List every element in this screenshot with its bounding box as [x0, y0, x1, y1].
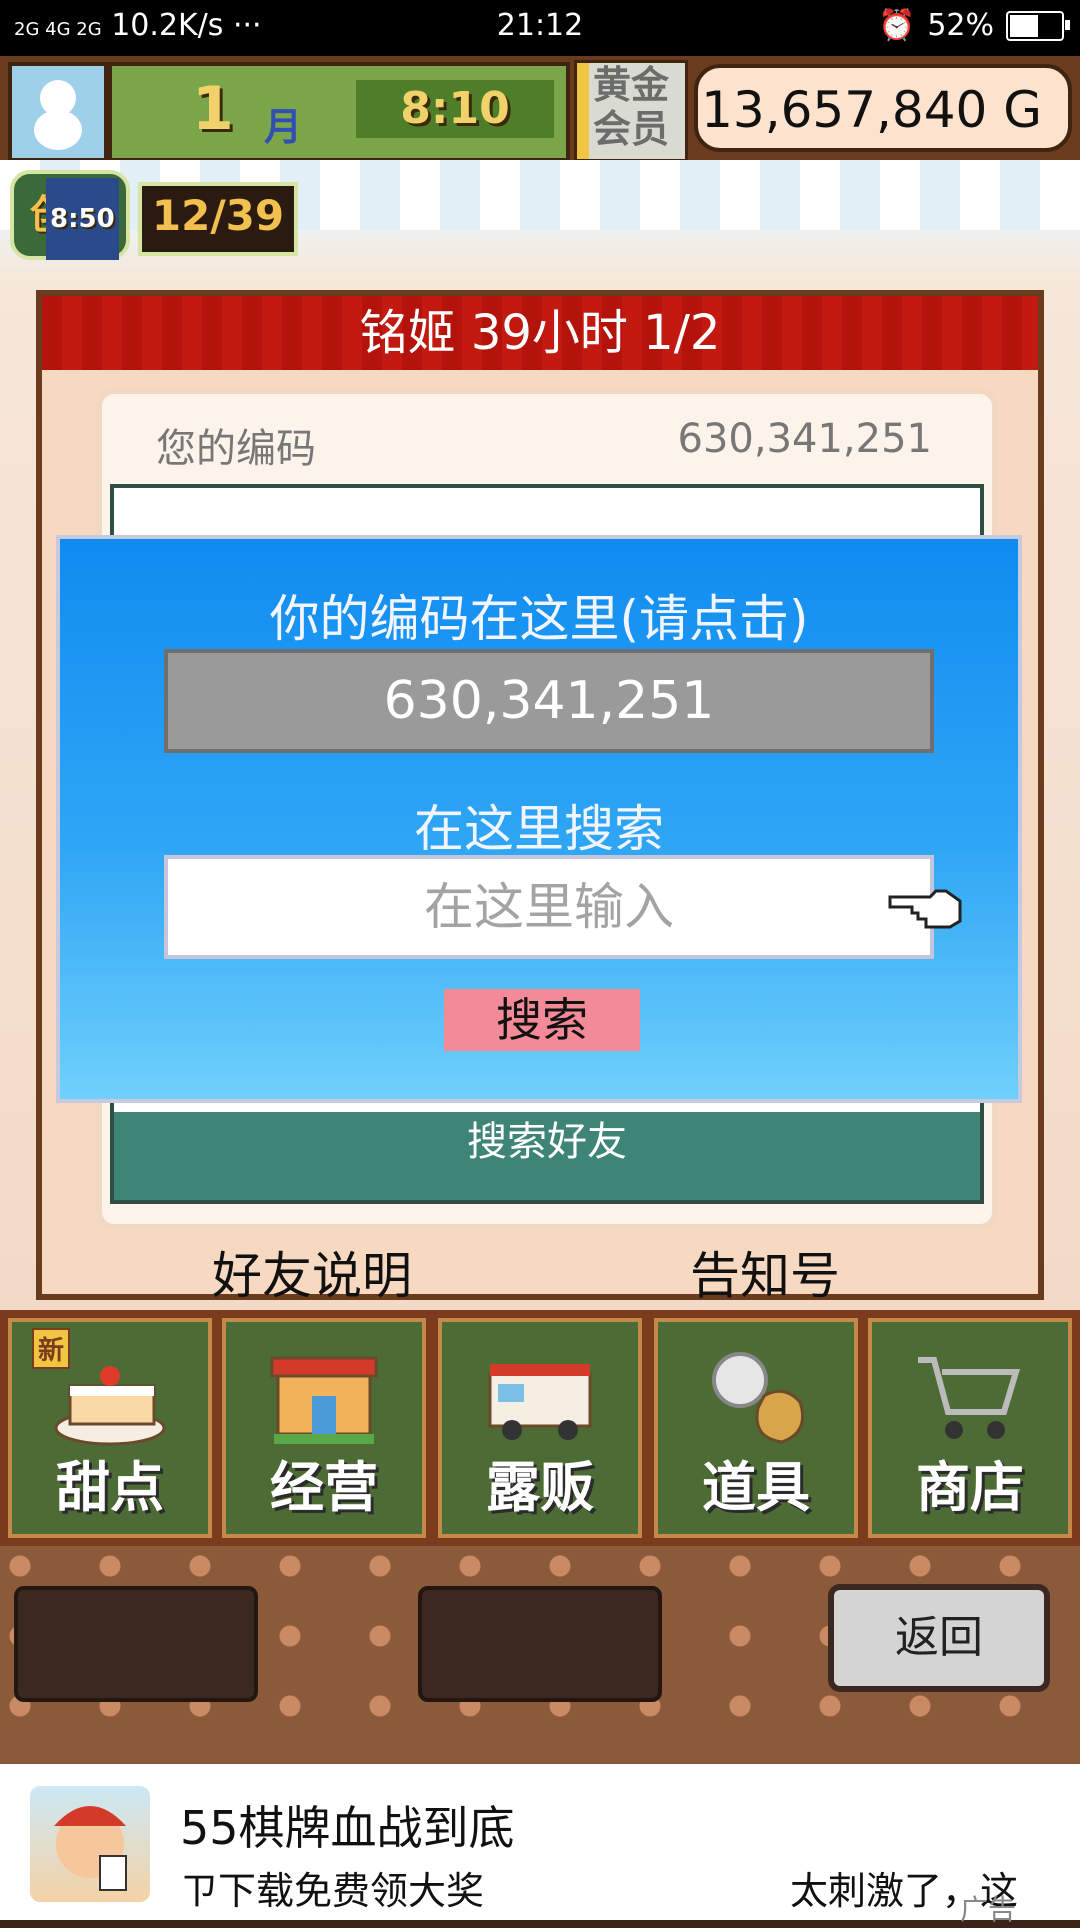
panel-header: 铭姬 39小时 1/2 — [42, 296, 1038, 370]
game-hud: 1 月 8:10 黄金 会员 13,657,840 G — [0, 56, 1080, 162]
alarm-icon: ⏰ — [877, 8, 916, 43]
back-button[interactable]: 返回 — [828, 1584, 1050, 1692]
ad-app-icon[interactable] — [30, 1786, 150, 1902]
code-value: 630,341,251 — [677, 416, 932, 462]
gold-member-badge[interactable]: 黄金 会员 — [574, 60, 688, 162]
empty-slot-2[interactable] — [418, 1586, 662, 1702]
member-line1: 黄金 — [592, 63, 669, 107]
friend-search-button[interactable]: 搜索好友 — [114, 1112, 980, 1200]
create-progress: 12/39 — [138, 182, 298, 256]
player-avatar[interactable] — [8, 62, 108, 162]
battery-percent: 52% — [927, 8, 994, 43]
search-input[interactable] — [164, 855, 934, 959]
cake-icon — [54, 1366, 166, 1446]
ad-title: 55棋牌血战到底 — [180, 1801, 515, 1855]
my-code-box[interactable]: 630,341,251 — [164, 649, 934, 753]
member-line2: 会员 — [592, 107, 669, 151]
dialog-title: 你的编码在这里(请点击) — [269, 590, 809, 648]
create-badge[interactable]: 创作 8:50 — [10, 170, 130, 260]
code-label: 您的编码 — [156, 426, 316, 472]
ad-banner[interactable]: 55棋牌血战到底 ㄗ下载免费领大奖 太刺激了，这 广告 — [0, 1764, 1080, 1926]
menu-item-manage[interactable]: 经营 — [222, 1318, 426, 1538]
pointing-hand-icon — [888, 889, 962, 929]
bottom-menu: 新 甜点 经营 露贩 道具 商店 — [0, 1310, 1080, 1546]
month-label: 月 — [264, 105, 303, 149]
search-button[interactable]: 搜索 — [444, 989, 640, 1051]
menu-item-store[interactable]: 商店 — [868, 1318, 1072, 1538]
food-truck-icon — [488, 1364, 592, 1440]
floor-area: 返回 — [0, 1546, 1080, 1764]
create-timer: 8:50 — [46, 178, 119, 260]
empty-slot-1[interactable] — [14, 1586, 258, 1702]
game-clock: 8:10 — [356, 80, 554, 138]
menu-item-dessert[interactable]: 新 甜点 — [8, 1318, 212, 1538]
battery-icon — [1006, 10, 1070, 41]
items-icon — [712, 1352, 805, 1444]
shop-icon — [270, 1356, 378, 1444]
friend-info-link[interactable]: 好友说明 — [212, 1236, 412, 1308]
status-right: ⏰ 52% — [877, 8, 1070, 43]
menu-label: 甜点 — [56, 1456, 164, 1519]
menu-item-items[interactable]: 道具 — [654, 1318, 858, 1538]
ad-subtitle: ㄗ下载免费领大奖 — [180, 1869, 485, 1913]
cart-icon — [918, 1357, 1021, 1439]
month-number: 1 — [192, 74, 234, 144]
code-search-dialog: 你的编码在这里(请点击) 630,341,251 在这里搜索 搜索 — [56, 535, 1022, 1103]
mascot-icon — [54, 1806, 127, 1891]
menu-item-food-truck[interactable]: 露贩 — [438, 1318, 642, 1538]
date-panel: 1 月 8:10 — [108, 62, 570, 162]
menu-label: 露贩 — [486, 1456, 594, 1519]
menu-label: 道具 — [702, 1456, 810, 1519]
gold-amount: 13,657,840 G — [694, 64, 1072, 152]
status-bar: 2G 4G 2G 10.2K/s ··· 21:12 ⏰ 52% — [0, 0, 1080, 56]
search-title: 在这里搜索 — [414, 800, 664, 858]
menu-label: 商店 — [916, 1456, 1024, 1519]
notice-link[interactable]: 告知号 — [690, 1236, 840, 1308]
ad-mark: 广告 — [960, 1893, 1017, 1926]
menu-label: 经营 — [270, 1456, 378, 1519]
